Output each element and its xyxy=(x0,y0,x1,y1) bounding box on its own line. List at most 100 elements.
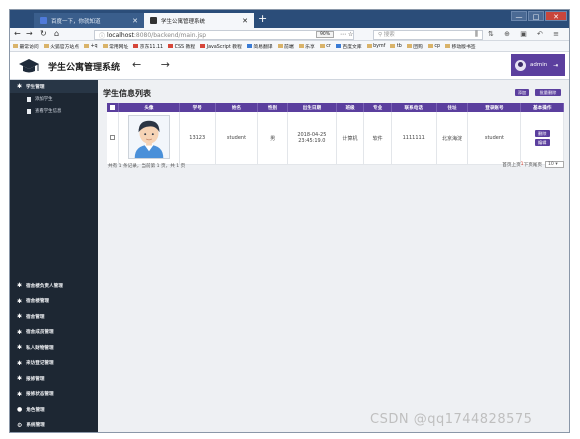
folder-icon xyxy=(298,44,304,48)
minimize-button[interactable]: — xyxy=(511,11,527,21)
column-header: 姓名 xyxy=(215,103,259,112)
phone-cell: 1111111 xyxy=(391,112,437,165)
close-window-button[interactable]: ✕ xyxy=(545,11,567,21)
edit-button[interactable]: 编辑 xyxy=(534,139,550,146)
name-cell: student xyxy=(215,112,259,165)
bookmark-item[interactable]: 简易翻译 xyxy=(246,43,273,50)
sidebar-group-roles[interactable]: ● 角色管理 xyxy=(10,402,98,418)
close-tab-icon[interactable]: ✕ xyxy=(242,17,248,25)
browser-tab-baidu[interactable]: 百度一下，你就知道 ✕ xyxy=(34,13,144,28)
sidebar-group-visitors[interactable]: ✱ 来访登记管理 xyxy=(10,356,98,372)
gear-icon xyxy=(13,44,18,48)
select-all-header[interactable] xyxy=(107,103,120,112)
column-header: 学号 xyxy=(179,103,216,112)
browser-navbar: ← → ↻ ⌂ ⓘ localhost:8080/backend/main.js… xyxy=(10,28,569,41)
sidebar-group-students[interactable]: ✱ 学生管理 xyxy=(10,80,98,93)
info-icon[interactable]: ⓘ xyxy=(99,31,105,40)
bookmark-item[interactable]: 团购 xyxy=(406,43,423,50)
star-icon: ✱ xyxy=(17,359,23,367)
batch-delete-button[interactable]: 批量删除 xyxy=(535,89,561,96)
page-size-select[interactable]: 10 ▾ xyxy=(545,161,564,168)
sidebar-item-add-student[interactable]: 添加学生 xyxy=(10,93,98,105)
reload-icon[interactable]: ↻ xyxy=(40,29,47,38)
avatar xyxy=(515,59,526,71)
document-icon xyxy=(27,108,31,114)
logout-icon[interactable]: ⇥ xyxy=(553,62,558,69)
bookmark-item[interactable]: 百度文库 xyxy=(335,43,362,50)
bookmark-item[interactable]: +q xyxy=(84,44,98,49)
bookmark-item[interactable]: 常用网址 xyxy=(102,43,128,50)
bookmark-item[interactable]: 乐享 xyxy=(298,43,315,50)
main-content: 学生信息列表 添加 批量删除 头像 学号 姓名 性别 出生日期 班级 专业 联系… xyxy=(98,80,569,432)
birth-time: 23:45:19.0 xyxy=(298,138,326,144)
tab-label: 百度一下，你就知道 xyxy=(51,18,101,25)
user-menu[interactable]: admin ⇥ xyxy=(511,54,565,76)
sidebar-item-view-students[interactable]: 查看学生信息 xyxy=(10,105,98,117)
star-icon: ✱ xyxy=(17,375,23,383)
gender-cell: 男 xyxy=(257,112,288,165)
row-checkbox[interactable] xyxy=(110,135,116,140)
column-header: 头像 xyxy=(118,103,180,112)
bookmark-item[interactable]: cp xyxy=(427,44,440,49)
wenku-icon xyxy=(335,44,341,48)
bookmark-item[interactable]: cr xyxy=(319,44,331,49)
sidebar-bottom-groups: ✱ 宿舍楼负责人管理 ✱ 宿舍楼管理 ✱ 宿舍管理 ✱ 宿舍成员管理 ✱ 私人财物管理 ✱… xyxy=(10,278,98,433)
zoom-indicator[interactable]: 90% xyxy=(316,31,334,38)
next-last-links[interactable]: 下页尾页 xyxy=(524,162,542,168)
record-count: 共有 1 条记录，当前第 1 页，共 1 页 xyxy=(108,164,186,169)
sidebar-group-buildings[interactable]: ✱ 宿舍楼管理 xyxy=(10,294,98,310)
sidebar-group-dorms[interactable]: ✱ 宿舍管理 xyxy=(10,309,98,325)
document-icon xyxy=(27,96,31,102)
select-all-checkbox[interactable] xyxy=(110,104,116,110)
bookmark-item[interactable]: 京东11.11 xyxy=(133,43,163,50)
forward-arrow-icon[interactable]: → xyxy=(26,29,33,38)
delete-button[interactable]: 删除 xyxy=(534,130,550,137)
window-controls: — □ ✕ xyxy=(510,11,567,21)
url-bar[interactable]: ⓘ localhost:8080/backend/main.jsp xyxy=(94,30,354,40)
search-input[interactable]: ⚲ 搜索 xyxy=(373,30,483,40)
sidebar-group-property[interactable]: ✱ 私人财物管理 xyxy=(10,340,98,356)
table-header-row: 头像 学号 姓名 性别 出生日期 班级 专业 联系电话 住址 登录账号 基本操作 xyxy=(107,103,564,112)
sidebar-group-repairs[interactable]: ✱ 报修管理 xyxy=(10,371,98,387)
sidebar-group-building-managers[interactable]: ✱ 宿舍楼负责人管理 xyxy=(10,278,98,294)
bookmark-item[interactable]: 移动版书签 xyxy=(445,43,476,50)
bookmark-item[interactable]: JavaScript 教程 xyxy=(200,43,242,50)
folder-icon xyxy=(102,44,108,48)
close-tab-icon[interactable]: ✕ xyxy=(132,17,138,25)
sidebar-group-system[interactable]: ⚙ 系统管理 xyxy=(10,418,98,434)
toolbar-icons[interactable]: ⫼ ⇅ ⊕ ▣ ↶ ≡ xyxy=(475,30,563,39)
first-prev-links[interactable]: 首页上页 xyxy=(502,162,520,168)
nav-arrows-icon[interactable]: ← → xyxy=(132,58,178,71)
w3c-icon xyxy=(168,44,174,48)
sidebar-group-repair-status[interactable]: ✱ 报修状态管理 xyxy=(10,387,98,403)
graduation-cap-icon xyxy=(19,59,39,73)
star-icon: ✱ xyxy=(17,328,23,336)
bookmark-item[interactable]: CSS 教程 xyxy=(168,43,195,50)
gear-icon: ⚙ xyxy=(17,421,23,429)
column-header: 性别 xyxy=(257,103,288,112)
bookmark-item[interactable]: 火狐官方站点 xyxy=(43,43,79,50)
major-cell: 软件 xyxy=(363,112,392,165)
bookmark-item[interactable]: bymf xyxy=(366,44,385,49)
page-actions-icon[interactable]: ⋯ ☆ xyxy=(340,31,353,38)
new-tab-button[interactable]: + xyxy=(258,12,267,25)
sidebar-group-dorm-members[interactable]: ✱ 宿舍成员管理 xyxy=(10,325,98,341)
tab-label: 学生公寓管理系统 xyxy=(161,18,206,25)
page-favicon-icon xyxy=(150,17,157,24)
bookmark-item[interactable]: tb xyxy=(390,44,402,49)
add-button[interactable]: 添加 xyxy=(515,89,529,96)
row-select-cell[interactable] xyxy=(107,112,120,165)
maximize-button[interactable]: □ xyxy=(528,11,544,21)
w3c-icon xyxy=(200,44,206,48)
browser-tab-active[interactable]: 学生公寓管理系统 ✕ xyxy=(144,13,254,28)
column-header: 联系电话 xyxy=(391,103,437,112)
home-icon[interactable]: ⌂ xyxy=(54,29,59,38)
actions-cell: 删除 编辑 xyxy=(520,112,564,165)
address-cell: 北京海淀 xyxy=(436,112,469,165)
user-icon: ● xyxy=(17,406,23,414)
back-arrow-icon[interactable]: ← xyxy=(14,29,21,38)
class-cell: 计算机 xyxy=(336,112,365,165)
bookmark-item[interactable]: 前端 xyxy=(277,43,294,50)
bookmark-item[interactable]: 最常访问 xyxy=(13,43,39,50)
chevron-down-icon: ▾ xyxy=(555,162,558,167)
